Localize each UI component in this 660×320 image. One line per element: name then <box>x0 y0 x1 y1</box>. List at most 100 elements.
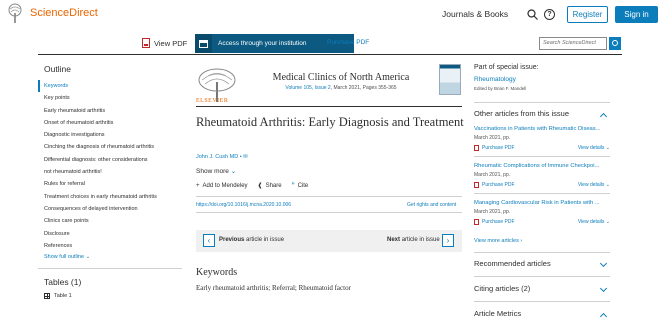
issue-pages: , March 2021, Pages 355-365 <box>330 85 397 91</box>
sidebar-divider <box>474 301 610 302</box>
search-input[interactable]: Search ScienceDirect <box>539 37 607 50</box>
other-articles-heading[interactable]: Other articles from this issue <box>474 109 569 118</box>
doi-top-rule <box>196 196 462 197</box>
chevron-down-icon: ⌄ <box>85 254 91 261</box>
citing-articles-heading[interactable]: Citing articles (2) <box>474 284 530 293</box>
access-label: Access through your institution <box>218 40 307 47</box>
show-more-button[interactable]: Show more ⌄ <box>196 167 236 175</box>
outline-item[interactable]: Cinching the diagnosis of rheumatoid art… <box>38 141 182 153</box>
chevron-right-icon: › <box>520 238 523 244</box>
article-toolbar: View PDF Access through your institution… <box>38 33 622 55</box>
outline-panel: Outline Keywords Key points Early rheuma… <box>38 64 182 300</box>
sidebar-divider <box>474 276 610 277</box>
search-icon[interactable] <box>527 9 538 20</box>
tables-title: Tables (1) <box>44 277 82 288</box>
table-1-link[interactable]: Table 1 <box>44 293 182 300</box>
list-item: Managing Cardiovascular Risk in Patients… <box>474 200 610 225</box>
other-article-title[interactable]: Vaccinations in Patients with Rheumatic … <box>474 126 610 132</box>
view-details-link[interactable]: View details ⌄ <box>578 219 610 225</box>
sidebar-divider <box>474 252 610 253</box>
help-icon[interactable]: ? <box>544 9 555 20</box>
journal-cover-image[interactable] <box>439 64 461 95</box>
cite-button[interactable]: ” Cite <box>292 182 309 189</box>
outline-item[interactable]: Rules for referral <box>38 178 182 190</box>
previous-article-link[interactable]: Previous article in issue <box>219 237 284 243</box>
add-to-mendeley-button[interactable]: + Add to Mendeley <box>196 182 248 189</box>
view-pdf-button[interactable]: View PDF <box>142 38 187 48</box>
view-details-label: View details <box>577 182 605 188</box>
article-metrics-heading[interactable]: Article Metrics <box>474 309 521 318</box>
chevron-up-icon[interactable] <box>599 112 608 121</box>
show-more-label: Show more <box>196 168 229 175</box>
share-button[interactable]: ❰ Share <box>257 182 282 190</box>
brand-name: ScienceDirect <box>30 7 98 19</box>
outline-item[interactable]: Onset of rheumatoid arthritis <box>38 117 182 129</box>
outline-item[interactable]: Key points <box>38 92 182 104</box>
sidebar-divider <box>474 102 610 103</box>
sciencedirect-logo[interactable]: ScienceDirect <box>6 3 98 23</box>
outline-item[interactable]: Diagnostic investigations <box>38 129 182 141</box>
signin-button[interactable]: Sign in <box>615 6 658 23</box>
purchase-pdf-link[interactable]: Purchase PDF <box>327 39 369 46</box>
special-issue-link[interactable]: Rheumatology <box>474 76 610 83</box>
top-bar: ScienceDirect Journals & Books ? Registe… <box>0 0 660 30</box>
other-article-title[interactable]: Rheumatic Complications of Immune Checkp… <box>474 163 610 169</box>
chevron-down-icon[interactable] <box>599 259 608 268</box>
view-pdf-label: View PDF <box>154 38 188 48</box>
view-more-label: View more articles <box>474 238 519 244</box>
share-label: Share <box>265 182 282 189</box>
view-more-articles-link[interactable]: View more articles › <box>474 238 522 244</box>
view-details-link[interactable]: View details ⌄ <box>578 145 610 151</box>
share-icon: ❰ <box>257 183 263 189</box>
purchase-pdf-link[interactable]: Purchase PDF <box>474 182 515 188</box>
purchase-pdf-label: Purchase PDF <box>482 182 515 188</box>
purchase-pdf-link[interactable]: Purchase PDF <box>474 219 515 225</box>
other-article-actions: Purchase PDF View details ⌄ <box>474 145 610 151</box>
volume-link[interactable]: Volume 105, Issue 2 <box>285 85 330 91</box>
chevron-down-icon[interactable] <box>599 284 608 293</box>
rights-link[interactable]: Get rights and content <box>407 202 456 208</box>
author-link[interactable]: John J. Cush MD • ✉ <box>196 154 248 160</box>
outline-item[interactable]: Keywords <box>38 80 182 93</box>
purchase-pdf-label: Purchase PDF <box>482 145 515 151</box>
next-rest: article in issue <box>401 237 440 243</box>
list-item: Rheumatic Complications of Immune Checkp… <box>474 163 610 188</box>
institution-icon <box>195 34 212 53</box>
outline-item[interactable]: Clinics care points <box>38 215 182 227</box>
add-to-mendeley-label: Add to Mendeley <box>202 182 248 189</box>
outline-item[interactable]: Consequences of delayed intervention <box>38 203 182 215</box>
article-title: Rheumatoid Arthritis: Early Diagnosis an… <box>196 115 464 129</box>
elsevier-wordmark: ELSEVIER <box>196 98 229 104</box>
pdf-icon <box>142 38 150 48</box>
special-issue-title: Part of special issue: <box>474 64 539 71</box>
next-article-button[interactable]: › <box>442 234 454 247</box>
register-button[interactable]: Register <box>567 6 608 23</box>
outline-item[interactable]: Early rheumatoid arthritis <box>38 105 182 117</box>
doi-link[interactable]: https://doi.org/10.1016/j.mcna.2020.10.0… <box>196 202 291 208</box>
previous-article-button[interactable]: ‹ <box>203 234 215 247</box>
recommended-articles-heading[interactable]: Recommended articles <box>474 259 551 268</box>
other-article-title[interactable]: Managing Cardiovascular Risk in Patients… <box>474 200 610 206</box>
chevron-up-icon[interactable] <box>599 312 608 320</box>
view-details-label: View details <box>577 145 605 151</box>
table-1-label: Table 1 <box>54 293 72 300</box>
outline-item[interactable]: References <box>38 240 182 252</box>
table-icon <box>44 293 50 300</box>
keywords-heading: Keywords <box>196 267 238 278</box>
journal-title[interactable]: Medical Clinics of North America <box>261 72 421 83</box>
search-submit-button[interactable] <box>609 37 621 50</box>
next-article-link[interactable]: Next article in issue <box>387 237 440 243</box>
outline-item[interactable]: not rheumatoid arthritis! <box>38 166 182 178</box>
item-divider <box>474 156 610 157</box>
outline-item[interactable]: Differential diagnosis: other considerat… <box>38 154 182 166</box>
pdf-icon <box>474 145 479 151</box>
purchase-pdf-link[interactable]: Purchase PDF <box>474 145 515 151</box>
show-full-outline-button[interactable]: Show full outline ⌄ <box>44 254 182 260</box>
author-info-icons: • ✉ <box>239 154 248 160</box>
pdf-icon <box>474 182 479 188</box>
view-details-link[interactable]: View details ⌄ <box>578 182 610 188</box>
other-article-date: March 2021, pp. <box>474 209 511 215</box>
outline-item[interactable]: Treatment choices in early rheumatoid ar… <box>38 191 182 203</box>
journals-books-link[interactable]: Journals & Books <box>442 9 508 19</box>
outline-item[interactable]: Disclosure <box>38 228 182 240</box>
